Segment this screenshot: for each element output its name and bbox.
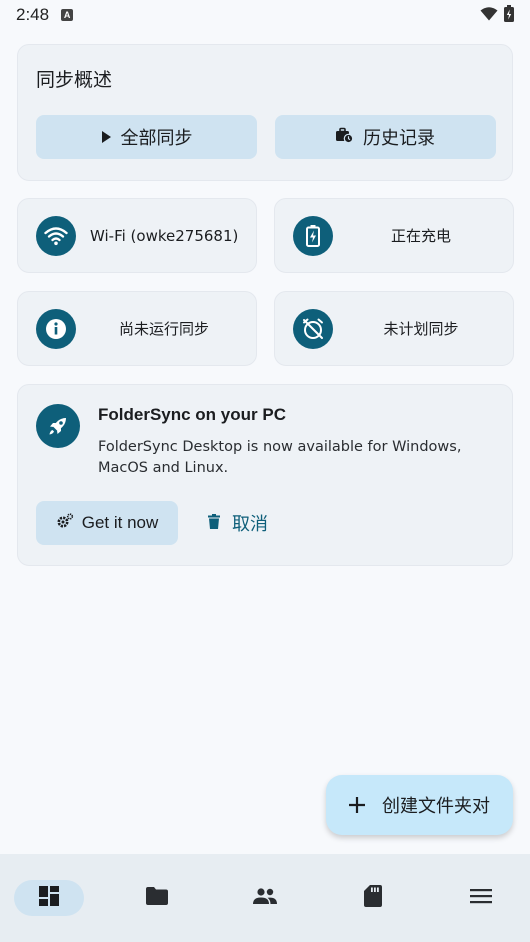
sync-not-scheduled-label: 未计划同步 (383, 320, 459, 338)
bottom-navigation (0, 854, 530, 942)
info-icon (36, 309, 76, 349)
nav-menu[interactable] (446, 880, 516, 916)
charging-status-tile[interactable]: 正在充电 (274, 198, 514, 273)
settings-gear-icon (56, 512, 74, 534)
promo-description: FolderSync Desktop is now available for … (98, 439, 462, 476)
dismiss-label: 取消 (232, 514, 268, 535)
promo-title: FolderSync on your PC (98, 405, 286, 424)
accounts-icon (253, 888, 277, 908)
create-folder-pair-button[interactable]: 创建文件夹对 (326, 775, 513, 835)
menu-icon (470, 888, 492, 908)
desktop-promo-card: FolderSync on your PC FolderSync Desktop… (17, 384, 513, 566)
dashboard-icon (39, 886, 59, 910)
folder-icon (146, 887, 168, 909)
alarm-off-icon (293, 309, 333, 349)
rocket-icon (36, 404, 80, 448)
sync-all-button[interactable]: 全部同步 (36, 115, 257, 159)
sync-not-scheduled-tile[interactable]: 未计划同步 (274, 291, 514, 366)
create-folder-pair-label: 创建文件夹对 (382, 796, 490, 817)
sync-overview-card: 同步概述 全部同步 历史记录 (17, 44, 513, 181)
plus-icon (348, 791, 366, 819)
notification-badge-icon: A (61, 9, 74, 21)
play-icon (101, 127, 111, 148)
wifi-status-tile[interactable]: Wi-Fi (owke275681) (17, 198, 257, 273)
sd-card-icon (364, 885, 382, 911)
nav-dashboard[interactable] (14, 880, 84, 916)
charging-status-label: 正在充电 (390, 227, 451, 245)
history-button[interactable]: 历史记录 (275, 115, 496, 159)
history-label: 历史记录 (363, 128, 435, 149)
wifi-signal-icon (480, 6, 498, 25)
nav-folder-pairs[interactable] (122, 880, 192, 916)
sync-all-label: 全部同步 (120, 128, 193, 149)
status-bar: 2:48 A (0, 0, 530, 30)
trash-icon (208, 513, 220, 534)
sync-not-run-label: 尚未运行同步 (118, 320, 209, 338)
battery-charging-icon (293, 216, 333, 256)
get-it-now-label: Get it now (81, 513, 159, 532)
get-it-now-button[interactable]: Get it now (36, 501, 178, 545)
wifi-status-label: Wi-Fi (owke275681) (90, 226, 239, 245)
wifi-icon (36, 216, 76, 256)
overview-title: 同步概述 (36, 69, 113, 91)
history-icon (336, 127, 354, 148)
nav-accounts[interactable] (230, 880, 300, 916)
status-time: 2:48 (16, 5, 50, 24)
battery-icon (504, 4, 514, 26)
dismiss-button[interactable]: 取消 (208, 501, 268, 545)
sync-not-run-tile[interactable]: 尚未运行同步 (17, 291, 257, 366)
nav-storage[interactable] (338, 880, 408, 916)
